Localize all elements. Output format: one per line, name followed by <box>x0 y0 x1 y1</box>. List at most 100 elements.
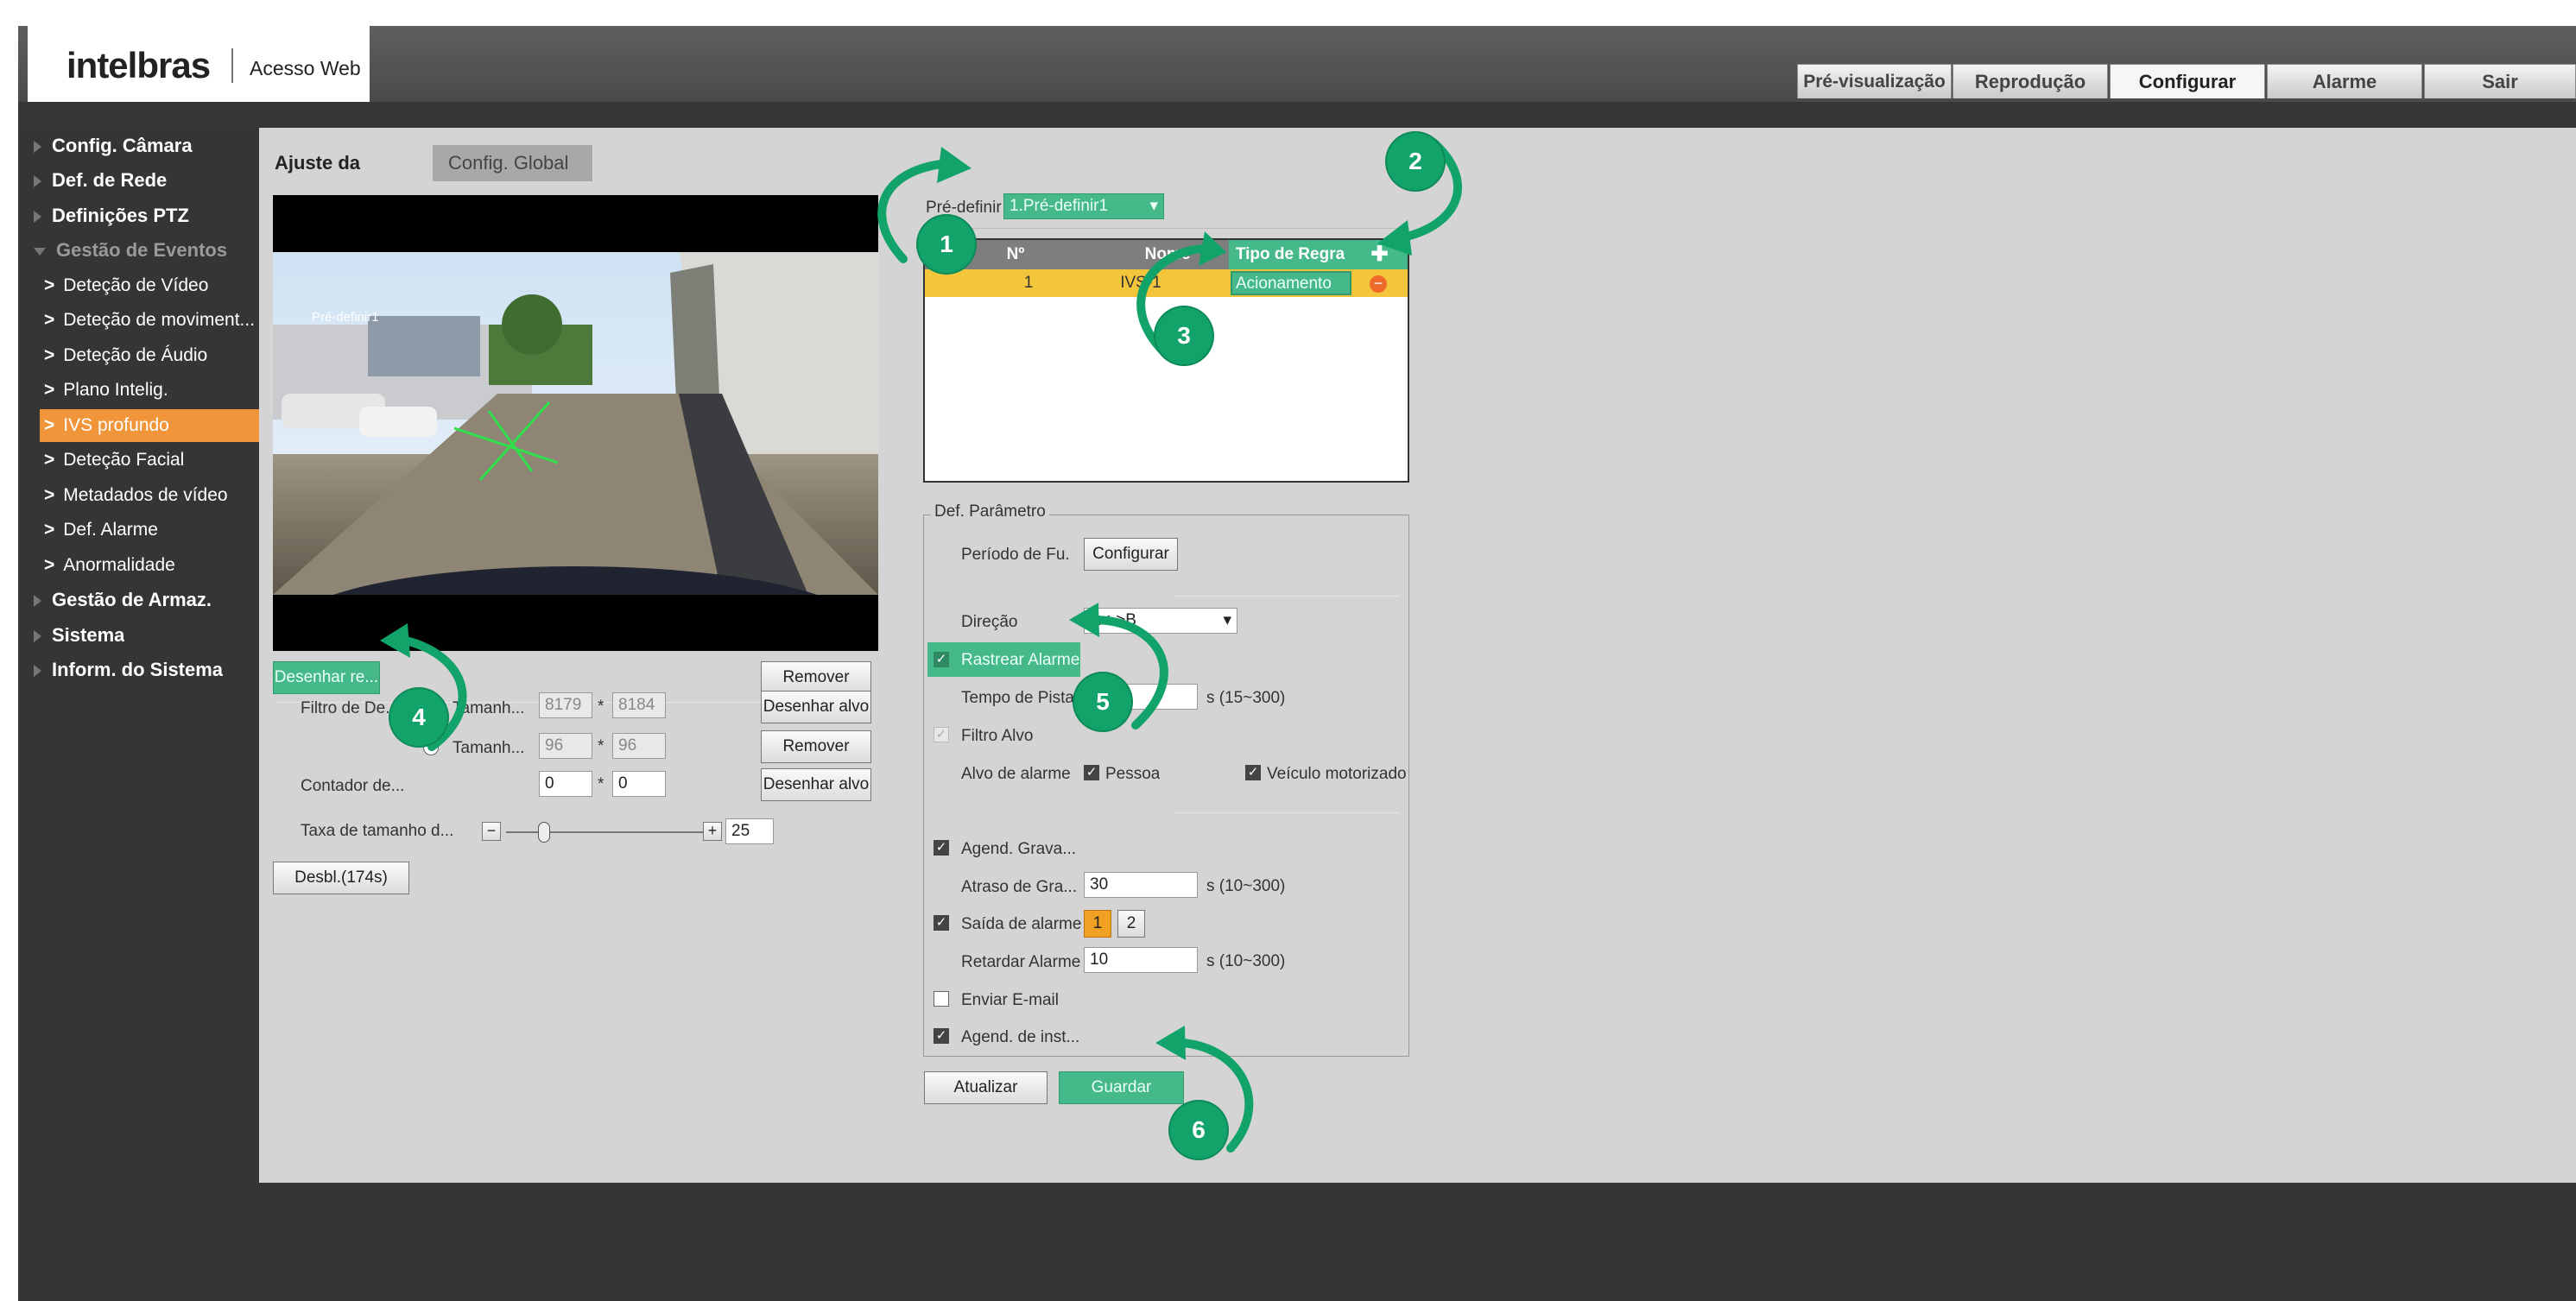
rule-table: Nº Nome Tipo de Regra ✚ 1 IVS-1 Acioname… <box>923 238 1409 483</box>
alarm-output-label: Saída de alarme <box>961 915 1082 933</box>
sidebar-item-motion-detection[interactable]: > Deteção de moviment... <box>18 304 259 337</box>
times-symbol: * <box>598 775 604 793</box>
draw-rule-button[interactable]: Desenhar re... <box>273 661 380 694</box>
sidebar-item-label: Config. Câmara <box>52 135 193 156</box>
alarm-delay-label: Retardar Alarme <box>961 953 1081 971</box>
brand-name: intelbras <box>66 45 211 85</box>
triangle-down-icon <box>34 247 46 256</box>
sidebar-item-label: Def. Alarme <box>63 520 158 540</box>
nav-alarm[interactable]: Alarme <box>2267 64 2422 98</box>
counter-input-a[interactable]: 0 <box>539 771 592 797</box>
chevron-right-icon: > <box>44 345 55 365</box>
slider-minus-button[interactable]: − <box>482 822 501 841</box>
remove-rule-button[interactable]: Remover <box>761 661 871 694</box>
sidebar-item-label: Inform. do Sistema <box>52 659 224 680</box>
record-delay-label: Atraso de Gra... <box>961 878 1078 896</box>
triangle-right-icon <box>34 175 41 188</box>
main-content: Ajuste da regra Config. Global <box>259 128 2576 1183</box>
sidebar-item-smart-plan[interactable]: > Plano Intelig. <box>18 374 168 407</box>
record-delay-unit: s (10~300) <box>1206 877 1286 895</box>
sidebar-item-network[interactable]: Def. de Rede <box>18 164 167 197</box>
sidebar-item-video-metadata[interactable]: > Metadados de vídeo <box>18 479 228 512</box>
sidebar-item-camera-config[interactable]: Config. Câmara <box>18 129 193 162</box>
sidebar-item-alarm-settings[interactable]: > Def. Alarme <box>18 514 158 546</box>
sidebar-item-ptz[interactable]: Definições PTZ <box>18 199 189 232</box>
sidebar-item-audio-detection[interactable]: > Deteção de Áudio <box>18 339 207 372</box>
nav-configure[interactable]: Configurar <box>2110 64 2265 98</box>
slider-plus-button[interactable]: + <box>703 822 722 841</box>
delete-rule-icon[interactable]: − <box>1370 275 1387 293</box>
vehicle-label: Veículo motorizado <box>1267 765 1407 783</box>
send-email-checkbox[interactable] <box>934 991 949 1007</box>
brand-subtitle: Acesso Web <box>250 57 361 79</box>
size-rate-slider-track[interactable] <box>506 831 713 833</box>
alarm-output-2-button[interactable]: 2 <box>1117 910 1145 938</box>
triangle-right-icon <box>34 630 41 643</box>
divider <box>926 228 1409 229</box>
counter-input-b[interactable]: 0 <box>612 771 666 797</box>
sidebar-item-video-detection[interactable]: > Deteção de Vídeo <box>18 269 208 302</box>
draw-target-counter-button[interactable]: Desenhar alvo <box>761 768 871 801</box>
alarm-output-checkbox[interactable]: ✓ <box>934 915 949 931</box>
configure-schedule-button[interactable]: Configurar <box>1084 538 1178 571</box>
sidebar-item-label: Def. de Rede <box>52 169 168 191</box>
nav-playback[interactable]: Reprodução <box>1953 64 2108 98</box>
sidebar-item-system[interactable]: Sistema <box>18 619 124 652</box>
callout-badge: 4 <box>390 689 447 746</box>
record-checkbox[interactable]: ✓ <box>934 840 949 856</box>
sidebar-item-label: Deteção Facial <box>63 450 185 470</box>
header-bar <box>18 102 2576 128</box>
tab-global-config[interactable]: Config. Global <box>433 145 592 181</box>
vehicle-checkbox[interactable]: ✓ <box>1245 765 1261 780</box>
refresh-button[interactable]: Atualizar <box>924 1071 1047 1104</box>
sidebar-item-label: Gestão de Armaz. <box>52 589 212 610</box>
remove-target-button[interactable]: Remover <box>761 730 871 763</box>
min-width-input[interactable]: 96 <box>539 733 592 759</box>
callout-badge: 2 <box>1387 133 1444 190</box>
target-filter-checkbox[interactable]: ✓ <box>934 727 949 742</box>
table-row[interactable]: 1 IVS-1 Acionamento − <box>925 269 1408 297</box>
max-width-input[interactable]: 8179 <box>539 692 592 718</box>
sidebar-item-abnormality[interactable]: > Anormalidade <box>18 549 175 582</box>
sidebar-item-face-detection[interactable]: > Deteção Facial <box>18 444 184 477</box>
unlock-button[interactable]: Desbl.(174s) <box>273 862 409 894</box>
save-button[interactable]: Guardar <box>1059 1071 1184 1104</box>
divider <box>1174 596 1399 597</box>
tab-rule-config[interactable]: Ajuste da regra <box>259 145 427 210</box>
alarm-output-1-button[interactable]: 1 <box>1084 910 1111 938</box>
size-rate-label: Taxa de tamanho d... <box>301 822 454 840</box>
record-delay-input[interactable]: 30 <box>1084 872 1198 898</box>
direction-select[interactable]: A<->B ▾ <box>1084 608 1237 634</box>
preset-select[interactable]: 1.Pré-definir1 ▾ <box>1003 193 1164 219</box>
min-height-input[interactable]: 96 <box>612 733 666 759</box>
camera-scene-image <box>273 195 878 651</box>
preset-select-value: 1.Pré-definir1 <box>1010 197 1109 215</box>
triangle-right-icon <box>34 595 41 608</box>
add-rule-icon[interactable]: ✚ <box>1351 240 1408 269</box>
sidebar-item-event-management[interactable]: Gestão de Eventos <box>18 234 227 267</box>
alarm-delay-input[interactable]: 10 <box>1084 947 1198 973</box>
chevron-right-icon: > <box>44 275 55 295</box>
sidebar-item-storage[interactable]: Gestão de Armaz. <box>18 584 212 616</box>
size-rate-input[interactable]: 25 <box>725 818 774 844</box>
chevron-down-icon: ▾ <box>1223 611 1231 629</box>
chevron-right-icon: > <box>44 380 55 400</box>
chevron-right-icon: > <box>44 555 55 575</box>
nav-logout[interactable]: Sair <box>2424 64 2576 98</box>
chevron-right-icon: > <box>44 310 55 330</box>
nav-preview[interactable]: Pré-visualização <box>1797 64 1952 98</box>
person-checkbox[interactable]: ✓ <box>1084 765 1099 780</box>
video-preview[interactable]: Pré-definir1 <box>273 195 878 651</box>
top-header: intelbras Acesso Web Pré-visualização Re… <box>18 26 2576 102</box>
size-rate-slider-handle[interactable] <box>538 822 550 843</box>
sidebar-item-deep-ivs[interactable]: > IVS profundo <box>40 409 259 442</box>
snapshot-checkbox[interactable]: ✓ <box>934 1028 949 1044</box>
rule-type-select[interactable]: Acionamento <box>1231 271 1351 295</box>
track-alarm-checkbox[interactable]: ✓ <box>934 652 949 667</box>
max-height-input[interactable]: 8184 <box>612 692 666 718</box>
draw-target-max-button[interactable]: Desenhar alvo <box>761 691 871 723</box>
sidebar-item-system-info[interactable]: Inform. do Sistema <box>18 654 223 686</box>
callout-badge: 3 <box>1155 307 1212 364</box>
callout-badge: 5 <box>1074 673 1131 730</box>
sidebar-item-label: Sistema <box>52 624 125 646</box>
